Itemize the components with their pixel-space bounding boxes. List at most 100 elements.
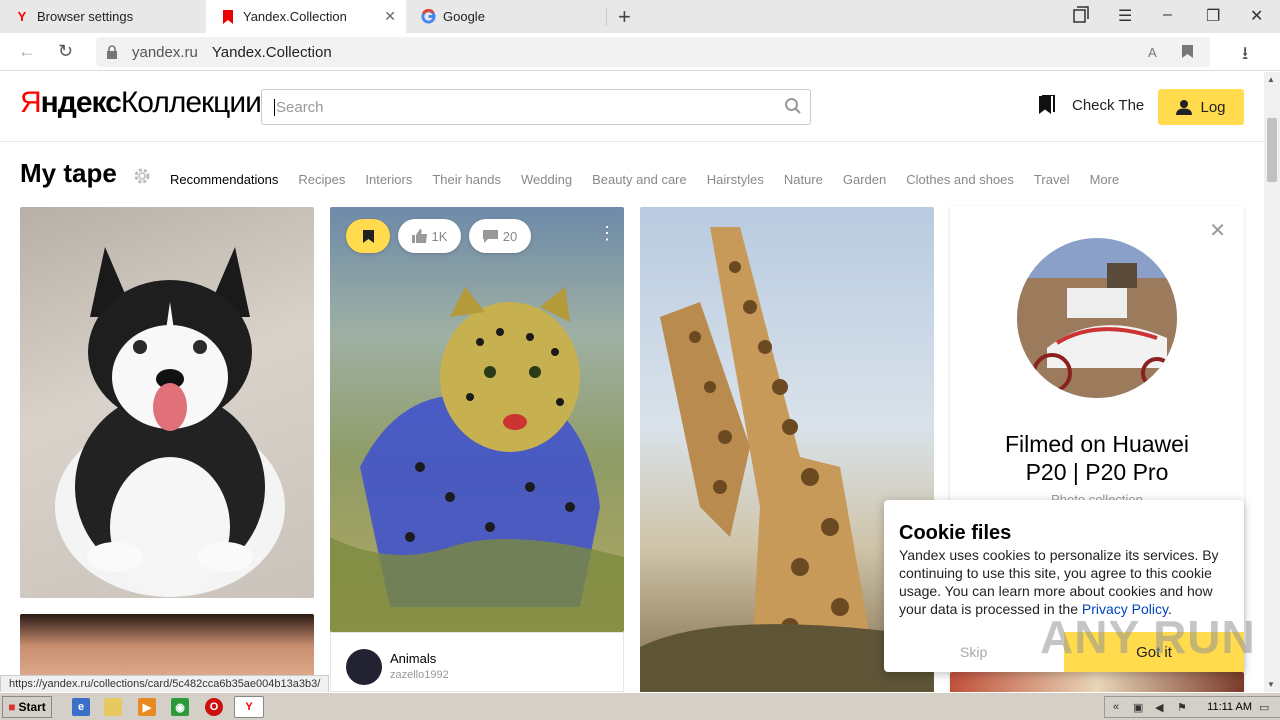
close-icon[interactable]: ✕ <box>1209 218 1226 243</box>
network-icon[interactable]: ▣ <box>1133 701 1143 714</box>
cookie-text: Yandex uses cookies to personalize its s… <box>899 547 1219 617</box>
category-garden[interactable]: Garden <box>843 172 886 187</box>
cookie-title: Cookie files <box>899 522 1012 544</box>
bookmark-icon <box>1036 94 1055 115</box>
category-interiors[interactable]: Interiors <box>365 172 412 187</box>
comment-icon <box>482 229 498 243</box>
google-g-icon <box>420 9 436 25</box>
new-tab-button[interactable]: + <box>618 4 631 30</box>
collections-bookmark-icon[interactable] <box>1072 6 1090 29</box>
minimize-icon[interactable]: – <box>1163 6 1172 24</box>
search-icon[interactable] <box>784 97 802 115</box>
ie-icon[interactable]: e <box>72 698 90 716</box>
category-travel[interactable]: Travel <box>1034 172 1070 187</box>
close-window-icon[interactable]: ✕ <box>1250 6 1263 26</box>
status-url: https://yandex.ru/collections/card/5c482… <box>0 675 330 693</box>
tray-arrow-icon[interactable]: « <box>1113 701 1119 713</box>
category-recommendations[interactable]: Recommendations <box>170 172 278 187</box>
promo-photo <box>1017 238 1177 398</box>
card-husky-puppy[interactable] <box>20 207 314 598</box>
close-tab-icon[interactable]: ✕ <box>384 8 396 25</box>
comments-button[interactable]: 20 <box>469 219 531 253</box>
monitor-icon[interactable]: ▭ <box>1259 701 1269 714</box>
page-content: ЯндексКоллекции Search Check The Log My … <box>0 72 1264 692</box>
avatar <box>346 649 382 685</box>
site-header: ЯндексКоллекции Search Check The Log <box>0 72 1264 142</box>
login-button[interactable]: Log <box>1158 89 1244 125</box>
reload-icon[interactable]: ↻ <box>58 41 73 62</box>
tab-divider <box>606 8 607 26</box>
yandex-collections-logo[interactable]: ЯндексКоллекции <box>20 86 262 120</box>
tab-yandex-collection[interactable]: Yandex.Collection ✕ <box>206 0 406 33</box>
card-author-footer[interactable]: Animals zazello1992 <box>330 632 624 692</box>
save-bookmark-button[interactable] <box>346 219 390 253</box>
media-player-icon[interactable]: ▶ <box>138 698 156 716</box>
login-label: Log <box>1200 98 1226 116</box>
thumbs-up-icon <box>411 229 427 243</box>
bookmark-icon <box>362 229 374 243</box>
chrome-icon[interactable]: ◉ <box>171 698 189 716</box>
more-options-icon[interactable]: ⋮ <box>598 223 616 244</box>
tab-label: Google <box>443 9 485 24</box>
flag-icon[interactable]: ⚑ <box>1177 701 1187 714</box>
comment-count: 20 <box>502 228 518 244</box>
anyrun-watermark: ANY RUN <box>1040 611 1256 663</box>
like-button[interactable]: 1K <box>398 219 461 253</box>
system-tray: « ▣ ◀ ⚑ 11:11 AM ▭ <box>1104 696 1280 718</box>
promo-title: Filmed on Huawei P20 | P20 Pro <box>1004 431 1190 485</box>
skip-button[interactable]: Skip <box>960 644 987 660</box>
scroll-up-icon[interactable]: ▲ <box>1267 75 1275 84</box>
taskbar: ■ Start e ▶ ◉ O Y « ▣ ◀ ⚑ 11:11 AM ▭ <box>0 692 1280 720</box>
address-bar: ← ↻ yandex.ru Yandex.Collection A ⭳ <box>0 33 1280 71</box>
category-hairstyles[interactable]: Hairstyles <box>707 172 764 187</box>
scroll-down-icon[interactable]: ▼ <box>1267 680 1275 689</box>
leopard-image <box>330 287 624 632</box>
collection-bookmark-icon <box>220 9 236 25</box>
folder-icon[interactable] <box>104 698 122 716</box>
lock-icon <box>106 45 120 59</box>
logo-ndex: ндекс <box>40 86 122 119</box>
start-label: Start <box>18 700 46 714</box>
restore-icon[interactable]: ❐ <box>1206 6 1220 26</box>
check-the-link[interactable]: Check The <box>1036 94 1144 115</box>
translate-icon[interactable]: A <box>1148 45 1157 60</box>
page-scrollbar[interactable]: ▲ ▼ <box>1264 72 1280 692</box>
tab-label: Yandex.Collection <box>243 9 347 24</box>
windows-logo-icon: ■ <box>8 700 16 714</box>
card-partial[interactable] <box>950 672 1244 692</box>
logo-collections: Коллекции <box>120 86 262 119</box>
husky-puppy-image <box>55 247 285 597</box>
opera-icon[interactable]: O <box>205 698 223 716</box>
url-title: Yandex.Collection <box>211 43 332 61</box>
search-placeholder: Search <box>274 98 324 116</box>
card-leopard[interactable]: 1K 20 ⋮ <box>330 207 624 632</box>
category-clothes-and-shoes[interactable]: Clothes and shoes <box>906 172 1014 187</box>
url-host: yandex.ru <box>132 43 198 61</box>
clock: 11:11 AM <box>1207 701 1252 713</box>
author-username: zazello1992 <box>390 669 449 681</box>
gear-icon[interactable] <box>133 167 151 185</box>
tab-google[interactable]: Google <box>406 0 606 33</box>
download-icon[interactable]: ⭳ <box>1242 41 1248 71</box>
menu-icon[interactable]: ☰ <box>1118 6 1132 26</box>
category-wedding[interactable]: Wedding <box>521 172 572 187</box>
search-input[interactable]: Search <box>261 89 811 125</box>
bookmark-icon[interactable] <box>1182 45 1193 61</box>
tab-browser-settings[interactable]: Y Browser settings <box>0 0 205 33</box>
yandex-browser-task[interactable]: Y <box>234 696 264 718</box>
category-their-hands[interactable]: Their hands <box>432 172 501 187</box>
category-beauty-and-care[interactable]: Beauty and care <box>592 172 687 187</box>
cookie-body: Yandex uses cookies to personalize its s… <box>899 547 1219 617</box>
category-nature[interactable]: Nature <box>784 172 823 187</box>
category-recipes[interactable]: Recipes <box>298 172 345 187</box>
start-button[interactable]: ■ Start <box>2 696 52 718</box>
url-field[interactable]: yandex.ru Yandex.Collection A <box>96 37 1210 67</box>
back-arrow-icon[interactable]: ← <box>18 41 36 62</box>
yandex-y-icon: Y <box>17 9 27 24</box>
scrollbar-thumb[interactable] <box>1267 118 1277 182</box>
category-more[interactable]: More <box>1090 172 1120 187</box>
collection-name: Animals <box>390 651 437 666</box>
volume-icon[interactable]: ◀ <box>1155 701 1163 714</box>
browser-tab-strip: Y Browser settings Yandex.Collection ✕ G… <box>0 0 1280 33</box>
tab-label: Browser settings <box>37 9 134 24</box>
